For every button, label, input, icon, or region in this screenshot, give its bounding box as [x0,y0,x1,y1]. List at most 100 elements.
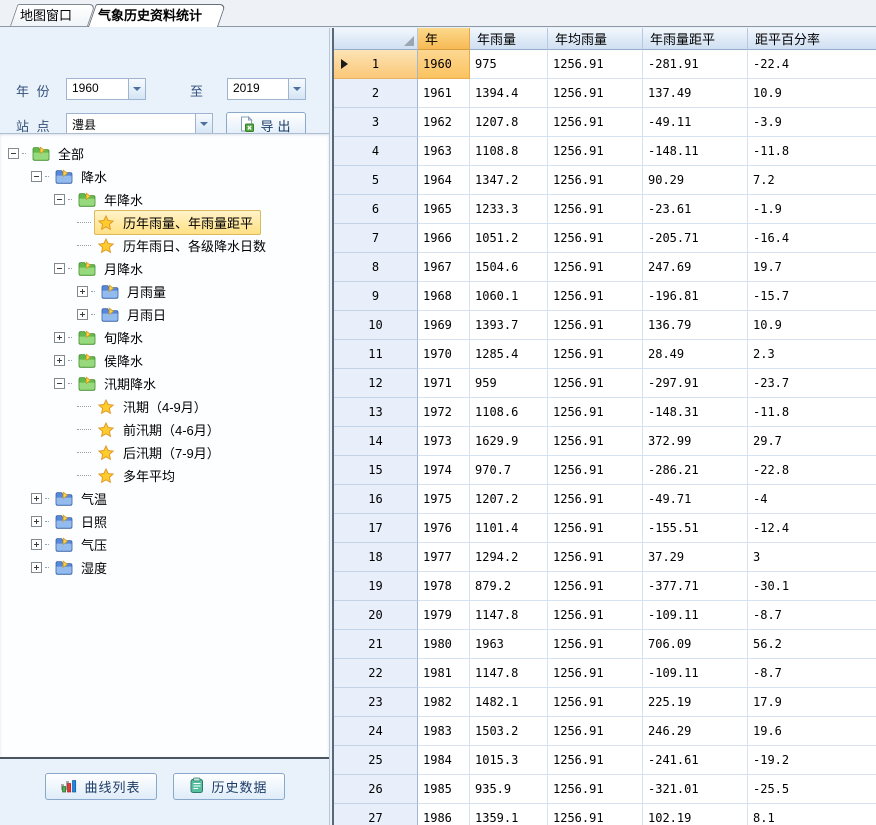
data-cell[interactable]: 1986 [418,804,470,825]
data-cell[interactable]: 7.2 [748,166,876,195]
table-row[interactable]: 219611394.41256.91137.4910.9 [334,79,876,108]
data-cell[interactable]: 1207.8 [470,108,548,137]
data-cell[interactable]: 19.7 [748,253,876,282]
row-header-cell[interactable]: 10 [334,311,418,340]
data-cell[interactable]: -25.5 [748,775,876,804]
data-cell[interactable]: 1629.9 [470,427,548,456]
table-row[interactable]: 1419731629.91256.91372.9929.7 [334,427,876,456]
data-cell[interactable]: 137.49 [643,79,748,108]
tree-item[interactable]: 历年雨日、各级降水日数 [0,234,329,257]
collapse-toggle-icon[interactable] [54,194,65,205]
data-cell[interactable]: 879.2 [470,572,548,601]
row-header-cell[interactable]: 27 [334,804,418,825]
data-cell[interactable]: -23.61 [643,195,748,224]
collapse-toggle-icon[interactable] [8,148,19,159]
tree-item[interactable]: 年降水 [0,188,329,211]
expand-toggle-icon[interactable] [31,493,42,504]
data-cell[interactable]: 1966 [418,224,470,253]
data-cell[interactable]: 1256.91 [548,746,643,775]
data-cell[interactable]: 1979 [418,601,470,630]
table-row[interactable]: 2019791147.81256.91-109.11-8.7 [334,601,876,630]
tree-item[interactable]: 月雨日 [0,303,329,326]
row-header-cell[interactable]: 16 [334,485,418,514]
data-cell[interactable]: -11.8 [748,137,876,166]
data-cell[interactable]: 8.1 [748,804,876,825]
table-row[interactable]: 919681060.11256.91-196.81-15.7 [334,282,876,311]
data-cell[interactable]: 1977 [418,543,470,572]
tree-item[interactable]: 日照 [0,510,329,533]
row-header-cell[interactable]: 6 [334,195,418,224]
data-cell[interactable]: -12.4 [748,514,876,543]
tree-item[interactable]: 旬降水 [0,326,329,349]
table-row[interactable]: 519641347.21256.9190.297.2 [334,166,876,195]
data-cell[interactable]: 1983 [418,717,470,746]
data-cell[interactable]: 1968 [418,282,470,311]
tree-item[interactable]: 气压 [0,533,329,556]
data-cell[interactable]: 10.9 [748,311,876,340]
table-row[interactable]: 191978879.21256.91-377.71-30.1 [334,572,876,601]
curve-list-button[interactable]: 曲线列表 [45,773,157,800]
tab-weather-history-stats[interactable]: 气象历史资料统计 [88,4,218,26]
data-cell[interactable]: 247.69 [643,253,748,282]
table-row[interactable]: 1319721108.61256.91-148.31-11.8 [334,398,876,427]
table-row[interactable]: 1819771294.21256.9137.293 [334,543,876,572]
row-header-cell[interactable]: 2 [334,79,418,108]
data-cell[interactable]: 1294.2 [470,543,548,572]
column-header-annual-rainfall[interactable]: 年雨量 [470,28,548,50]
row-header-cell[interactable]: 7 [334,224,418,253]
row-header-cell[interactable]: 8 [334,253,418,282]
data-cell[interactable]: 1256.91 [548,717,643,746]
row-header-cell[interactable]: 26 [334,775,418,804]
collapse-toggle-icon[interactable] [54,263,65,274]
data-cell[interactable]: 102.19 [643,804,748,825]
data-cell[interactable]: 246.29 [643,717,748,746]
data-cell[interactable]: 1964 [418,166,470,195]
data-cell[interactable]: 970.7 [470,456,548,485]
data-cell[interactable]: 1108.8 [470,137,548,166]
data-cell[interactable]: 10.9 [748,79,876,108]
expand-toggle-icon[interactable] [54,355,65,366]
data-cell[interactable]: 1147.8 [470,659,548,688]
table-row[interactable]: 119609751256.91-281.91-22.4 [334,50,876,79]
row-header-cell[interactable]: 15 [334,456,418,485]
row-header-cell[interactable]: 22 [334,659,418,688]
data-cell[interactable]: 1969 [418,311,470,340]
data-cell[interactable]: -19.2 [748,746,876,775]
data-cell[interactable]: 1965 [418,195,470,224]
data-cell[interactable]: 136.79 [643,311,748,340]
data-cell[interactable]: 1974 [418,456,470,485]
data-cell[interactable]: 56.2 [748,630,876,659]
data-cell[interactable]: 1147.8 [470,601,548,630]
tree-item-content[interactable]: 后汛期（7-9月） [94,440,228,465]
data-cell[interactable]: -15.7 [748,282,876,311]
data-cell[interactable]: -8.7 [748,659,876,688]
table-row[interactable]: 2419831503.21256.91246.2919.6 [334,717,876,746]
tree-item[interactable]: 侯降水 [0,349,329,372]
data-cell[interactable]: 706.09 [643,630,748,659]
data-cell[interactable]: -23.7 [748,369,876,398]
station-combobox[interactable]: 澧县 [66,113,213,135]
data-cell[interactable]: 1256.91 [548,50,643,79]
row-header-cell[interactable]: 21 [334,630,418,659]
data-cell[interactable]: -49.71 [643,485,748,514]
row-header-cell[interactable]: 4 [334,137,418,166]
data-cell[interactable]: -3.9 [748,108,876,137]
data-cell[interactable]: 935.9 [470,775,548,804]
year-from-dropdown-button[interactable] [128,79,145,99]
table-row[interactable]: 1719761101.41256.91-155.51-12.4 [334,514,876,543]
data-cell[interactable]: 1256.91 [548,543,643,572]
data-cell[interactable]: 1256.91 [548,369,643,398]
data-cell[interactable]: 1256.91 [548,514,643,543]
data-cell[interactable]: 1256.91 [548,398,643,427]
data-cell[interactable]: 1982 [418,688,470,717]
data-cell[interactable]: -148.31 [643,398,748,427]
data-cell[interactable]: -241.61 [643,746,748,775]
table-row[interactable]: 2319821482.11256.91225.1917.9 [334,688,876,717]
data-cell[interactable]: 1393.7 [470,311,548,340]
data-cell[interactable]: 1256.91 [548,572,643,601]
data-cell[interactable]: 17.9 [748,688,876,717]
column-header-anomaly-percent[interactable]: 距平百分率 [748,28,876,50]
data-cell[interactable]: -148.11 [643,137,748,166]
year-to-dropdown-button[interactable] [288,79,305,99]
tree-item-content[interactable]: 侯降水 [75,348,151,373]
